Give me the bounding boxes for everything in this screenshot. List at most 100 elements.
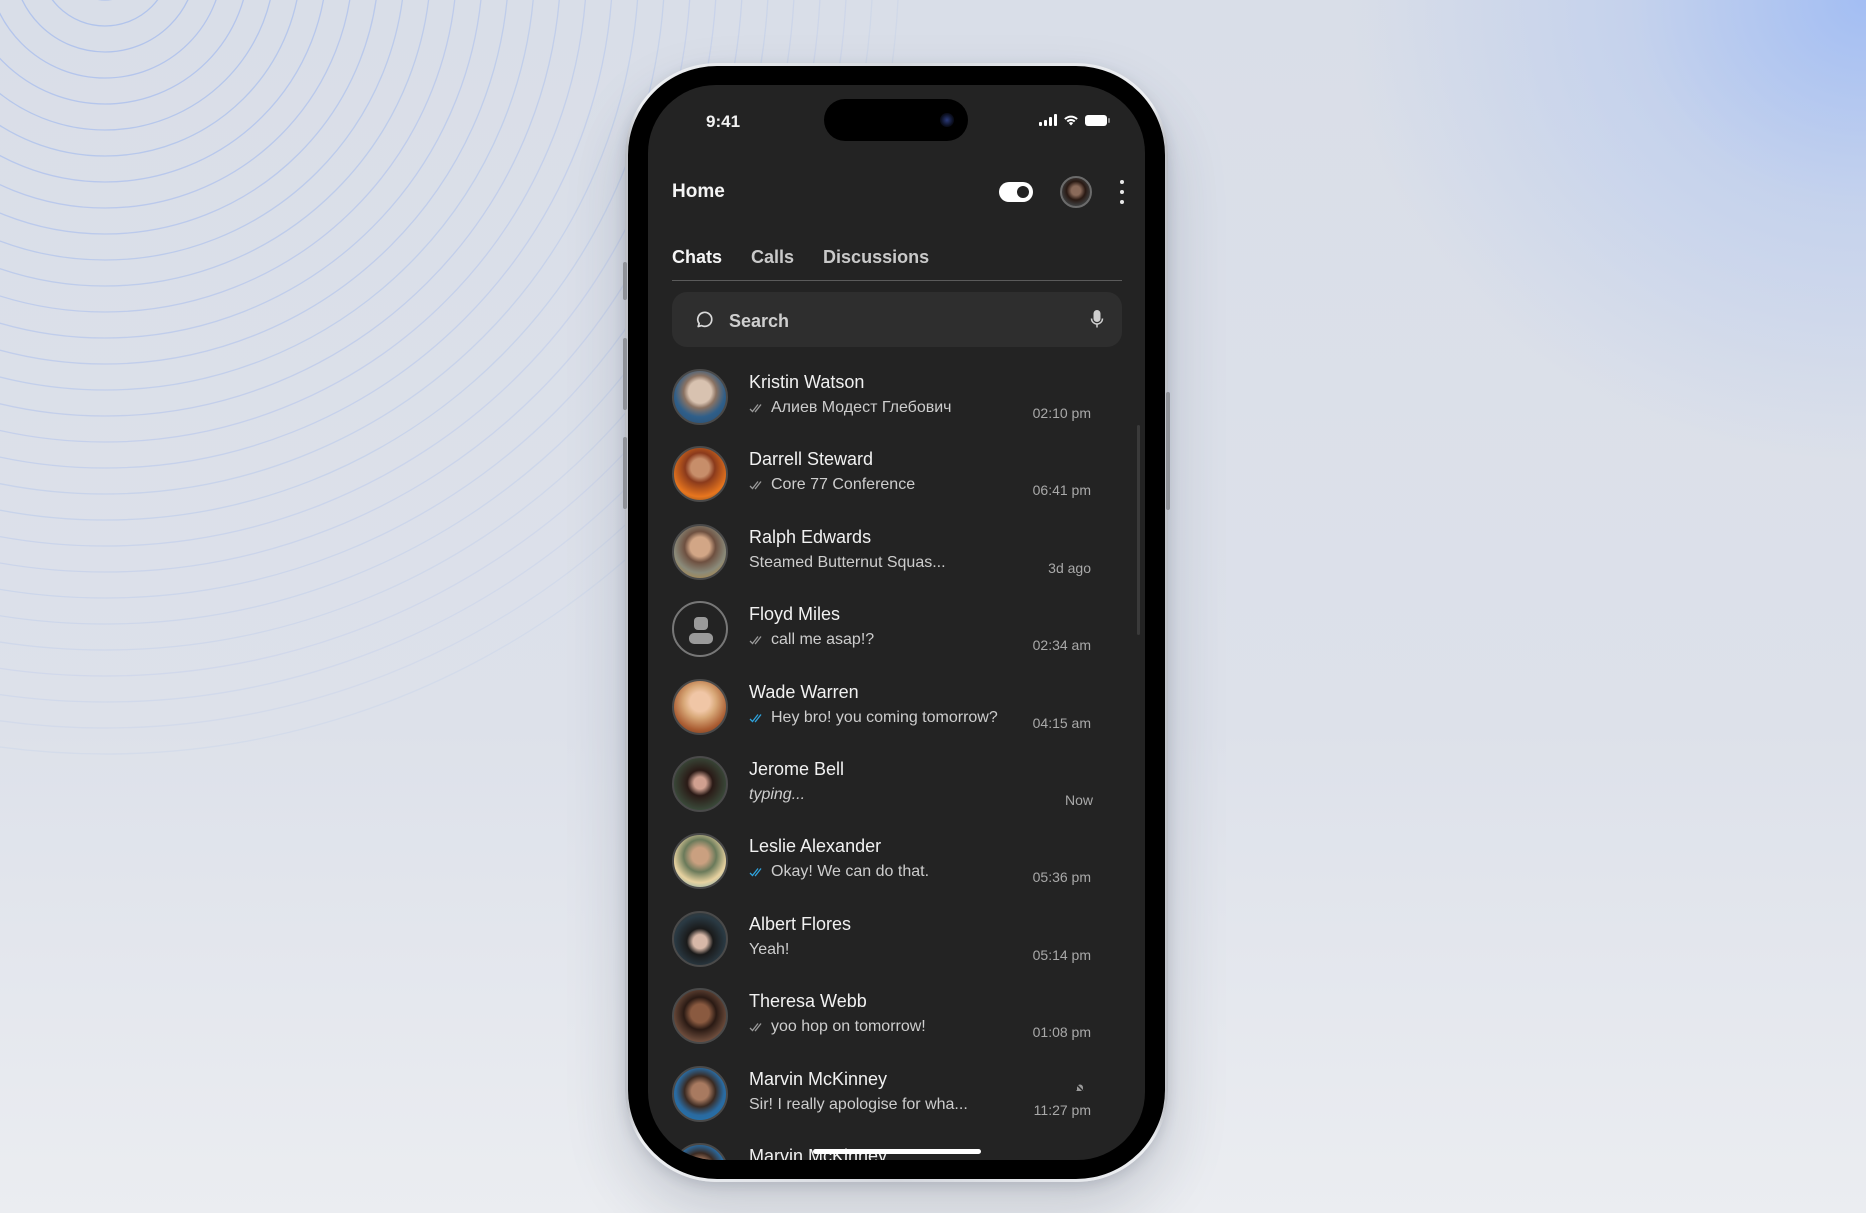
contact-name: Theresa Webb bbox=[749, 991, 867, 1012]
tab-chats[interactable]: Chats bbox=[672, 247, 722, 268]
background-arc bbox=[0, 0, 377, 235]
contact-name: Marvin McKinney bbox=[749, 1068, 888, 1089]
message-text: Алиев Модест Глебович bbox=[771, 399, 952, 416]
chat-list-item[interactable]: Ralph Edwards Steamed Butternut Squas... 3… bbox=[648, 523, 1145, 600]
message-time: 3d ago bbox=[1048, 559, 1091, 576]
chat-list-item[interactable]: Jerome Bell typing... Now bbox=[648, 755, 1145, 832]
chat-list-item[interactable]: Darrell Steward Core 77 Conference 06:41 p… bbox=[648, 445, 1145, 522]
volume-down-button bbox=[623, 437, 627, 509]
double-check-icon bbox=[749, 404, 762, 413]
background-arc bbox=[0, 0, 534, 391]
tab-calls[interactable]: Calls bbox=[751, 247, 794, 268]
message-text: Okay! We can do that. bbox=[771, 863, 930, 881]
background-arc bbox=[0, 0, 217, 79]
double-check-icon bbox=[749, 636, 762, 645]
message-text: typing... bbox=[749, 786, 806, 803]
page-title: Home bbox=[672, 181, 725, 202]
search-input[interactable] bbox=[727, 306, 1061, 336]
avatar bbox=[672, 678, 728, 735]
status-icons bbox=[1039, 114, 1110, 126]
message-text: Sir! I really apologise for wha... bbox=[749, 1095, 968, 1113]
message-preview: call me asap!? bbox=[749, 631, 874, 649]
message-text: yoo hop on tomorrow! bbox=[771, 1018, 926, 1036]
chat-list-item[interactable]: Theresa Webb yoo hop on tomorrow! 01:08 pm bbox=[648, 987, 1145, 1064]
avatar bbox=[672, 988, 728, 1045]
tab-discussions[interactable]: Discussions bbox=[823, 247, 929, 268]
message-text: Steamed Butternut Squas... bbox=[749, 553, 946, 571]
message-preview: Yeah! bbox=[749, 941, 789, 959]
message-text: Yeah! bbox=[749, 940, 790, 958]
theme-toggle[interactable] bbox=[999, 182, 1033, 202]
message-text: call me asap!? bbox=[771, 631, 875, 649]
message-time: 05:14 pm bbox=[1032, 946, 1091, 963]
muted-bell-icon bbox=[1075, 1083, 1085, 1093]
tab-divider bbox=[672, 280, 1122, 281]
contact-name: Kristin Watson bbox=[749, 372, 865, 392]
action-button bbox=[623, 262, 627, 300]
message-time: Now bbox=[1064, 792, 1093, 808]
message-preview: Okay! We can do that. bbox=[749, 863, 929, 881]
avatar bbox=[672, 523, 728, 580]
tab-bar: Chats Calls Discussions bbox=[672, 247, 929, 268]
background-arc bbox=[0, 0, 244, 105]
message-time: 06:41 pm bbox=[1032, 482, 1091, 499]
search-bar bbox=[672, 292, 1122, 347]
avatar bbox=[672, 369, 728, 425]
phone-screen: 9:41 Home Chats Calls Discussions Kristi… bbox=[648, 85, 1145, 1160]
front-camera bbox=[940, 113, 954, 127]
toggle-knob bbox=[1017, 186, 1029, 198]
background-arc bbox=[0, 0, 271, 131]
volume-up-button bbox=[623, 338, 627, 410]
background-arc bbox=[0, 0, 456, 313]
chat-list-item[interactable]: Marvin McKinney Sir! I really apologise f… bbox=[648, 1065, 1145, 1142]
chat-list-item[interactable]: Wade Warren Hey bro! you coming tomorrow?… bbox=[648, 678, 1145, 755]
contact-name: Ralph Edwards bbox=[749, 526, 872, 547]
avatar bbox=[672, 1065, 728, 1122]
message-time: 01:08 pm bbox=[1032, 1024, 1091, 1041]
background-arc bbox=[0, 0, 482, 339]
avatar bbox=[672, 833, 728, 890]
double-check-icon bbox=[749, 1023, 762, 1032]
avatar bbox=[672, 756, 728, 812]
background-arc bbox=[0, 0, 508, 365]
background-arc bbox=[0, 0, 691, 547]
cellular-signal-icon bbox=[1039, 114, 1057, 126]
message-preview: Hey bro! you coming tomorrow? bbox=[749, 709, 998, 727]
double-check-icon bbox=[749, 713, 762, 723]
chat-list-item[interactable]: Kristin Watson Алиев Модест Глебович 02:10… bbox=[648, 368, 1145, 445]
background-arc bbox=[51, 0, 159, 27]
search-icon bbox=[696, 311, 713, 328]
message-time: 04:15 am bbox=[1032, 714, 1091, 731]
contact-name: Leslie Alexander bbox=[749, 836, 882, 857]
scrollbar[interactable] bbox=[1137, 425, 1140, 635]
contact-name: Albert Flores bbox=[749, 913, 852, 934]
chat-list-item[interactable]: Albert Flores Yeah! 05:14 pm bbox=[648, 910, 1145, 987]
status-time: 9:41 bbox=[706, 112, 741, 131]
message-time: 11:27 pm bbox=[1033, 1101, 1091, 1118]
wifi-icon bbox=[1064, 115, 1078, 126]
contact-name: Floyd Miles bbox=[749, 604, 841, 625]
default-avatar-icon bbox=[672, 601, 728, 658]
typing-indicator: typing... bbox=[749, 786, 805, 804]
message-text: Core 77 Conference bbox=[771, 476, 916, 494]
double-check-icon bbox=[749, 868, 762, 877]
home-indicator[interactable] bbox=[813, 1149, 981, 1154]
microphone-icon[interactable] bbox=[1090, 309, 1104, 329]
message-preview: Core 77 Conference bbox=[749, 476, 915, 494]
avatar bbox=[672, 1143, 728, 1160]
message-preview: yoo hop on tomorrow! bbox=[749, 1018, 926, 1036]
dynamic-island bbox=[824, 99, 968, 141]
chat-list-item[interactable]: Leslie Alexander Okay! We can do that. 05:… bbox=[648, 832, 1145, 909]
contact-name: Wade Warren bbox=[749, 681, 859, 702]
message-preview: Sir! I really apologise for wha... bbox=[749, 1096, 968, 1114]
kebab-menu-icon[interactable] bbox=[1118, 180, 1126, 204]
background-arc bbox=[0, 0, 298, 157]
message-time: 02:10 pm bbox=[1032, 405, 1091, 421]
message-time: 05:36 pm bbox=[1032, 869, 1091, 886]
message-preview: Steamed Butternut Squas... bbox=[749, 554, 946, 572]
chat-list-item[interactable]: Floyd Miles call me asap!? 02:34 am bbox=[648, 600, 1145, 677]
message-text: Hey bro! you coming tomorrow? bbox=[771, 708, 998, 726]
battery-icon bbox=[1085, 114, 1110, 126]
profile-avatar[interactable] bbox=[1060, 176, 1092, 208]
background-arc bbox=[0, 0, 560, 417]
